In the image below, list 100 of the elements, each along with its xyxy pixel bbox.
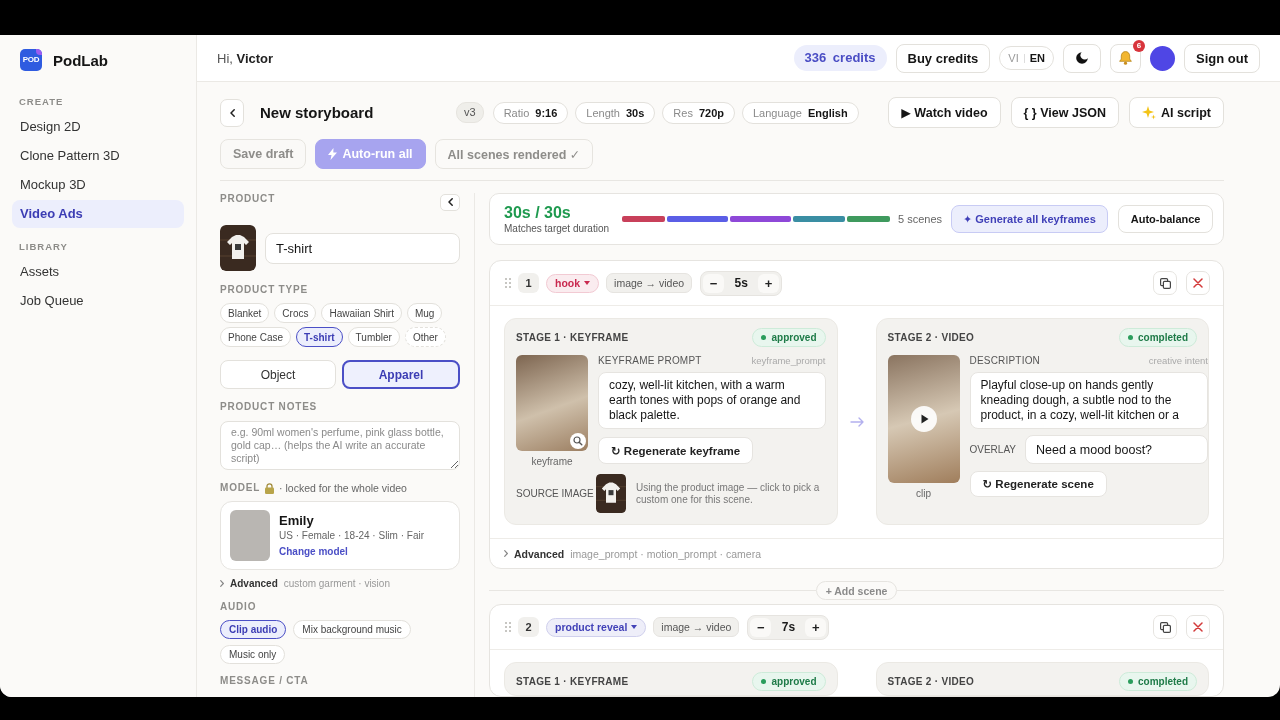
status-label: approved — [771, 332, 817, 343]
lightning-icon — [328, 148, 338, 160]
generation-mode-chip: image → video — [653, 617, 740, 637]
scene-count: 5 scenes — [898, 213, 943, 225]
collapse-button[interactable] — [440, 193, 460, 211]
source-note: Using the product image — click to pick a custom one for this scene. — [636, 481, 821, 506]
product-type-chip[interactable]: T-shirt — [296, 327, 343, 347]
regenerate-button[interactable]: ↻ Regenerate keyframe — [598, 437, 754, 464]
audio-option[interactable]: Music only — [220, 645, 286, 664]
ai-script-button[interactable]: AI script — [1129, 97, 1224, 128]
moon-icon — [1076, 52, 1088, 64]
watch-video-button[interactable]: ▶ Watch video — [888, 97, 1001, 128]
model-lock-note: · locked for the whole video — [279, 482, 407, 494]
auto-balance-button[interactable]: Auto-balance — [1117, 205, 1214, 233]
play-icon[interactable] — [910, 406, 937, 432]
description-field[interactable]: Playful close-up on hands gently kneading dough, a subtle nod to the product, in a cozy, well-lit kitchen or a — [969, 372, 1208, 429]
nav-item[interactable]: Clone Pattern 3D — [12, 142, 184, 170]
advanced-toggle[interactable]: Advanced — [220, 578, 278, 589]
view-json-button[interactable]: { } View JSON — [1010, 97, 1119, 128]
sign-out-button[interactable]: Sign out — [1184, 43, 1260, 73]
product-type-chip[interactable]: Tumbler — [347, 327, 400, 347]
category-option[interactable]: Object — [220, 360, 336, 389]
product-name-input[interactable]: T-shirt — [265, 232, 460, 264]
stage-title: STAGE 1 · KEYFRAME — [516, 676, 629, 687]
advanced-toggle[interactable]: Advanced — [504, 547, 565, 560]
setting-chip[interactable]: Ratio 9:16 — [492, 101, 569, 124]
product-type-chip[interactable]: Crocs — [274, 303, 317, 323]
copy-icon — [1159, 621, 1171, 633]
caret-icon — [584, 281, 591, 285]
notes-field[interactable]: e.g. 90ml women's perfume, pink glass bottle, gold cap… (helps the AI write an accurate script) — [220, 421, 460, 470]
setting-chip[interactable]: Language English — [742, 101, 859, 124]
delete-button[interactable] — [1186, 615, 1210, 639]
decrease-button[interactable]: − — [703, 273, 725, 293]
duplicate-button[interactable] — [1153, 271, 1177, 295]
lock-icon — [265, 482, 275, 494]
audio-option[interactable]: Mix background music — [293, 620, 411, 639]
overlay-label: OVERLAY — [969, 444, 1016, 455]
stage-title: STAGE 2 · VIDEO — [887, 332, 975, 343]
bell-icon — [1119, 51, 1132, 65]
copy-icon — [1159, 277, 1171, 289]
product-type-chip[interactable]: Phone Case — [220, 327, 292, 347]
scene-type-dropdown[interactable]: hook — [546, 273, 600, 293]
nav-item[interactable]: Job Queue — [12, 287, 184, 315]
scene-number: 2 — [518, 617, 539, 637]
increase-button[interactable]: + — [805, 617, 827, 637]
increase-button[interactable]: + — [758, 273, 780, 293]
nav-item[interactable]: Video Ads — [12, 200, 184, 228]
language-option[interactable]: EN — [1029, 52, 1045, 64]
duplicate-button[interactable] — [1153, 615, 1177, 639]
back-button[interactable] — [220, 98, 244, 127]
category-option[interactable]: Apparel — [342, 360, 460, 389]
close-icon — [1193, 278, 1203, 288]
status-dot-icon — [1128, 679, 1133, 684]
delete-button[interactable] — [1186, 271, 1210, 295]
greeting: Hi, Victor — [217, 50, 274, 66]
product-type-chip[interactable]: Blanket — [220, 303, 270, 323]
nav-item[interactable]: Assets — [12, 258, 184, 286]
nav-item[interactable]: Mockup 3D — [12, 171, 184, 199]
duration-total: 30s / 30s — [504, 204, 572, 222]
drag-handle-icon[interactable] — [505, 622, 511, 632]
product-type-chip[interactable]: Other — [404, 327, 446, 347]
scene-type-dropdown[interactable]: product reveal — [546, 617, 647, 637]
product-type-chip[interactable]: Hawaiian Shirt — [321, 303, 402, 323]
setting-chip[interactable]: Res 720p — [662, 101, 735, 124]
status-dot-icon — [761, 335, 767, 340]
chevron-right-icon — [220, 580, 224, 587]
overlay-input[interactable]: Need a mood boost? — [1025, 435, 1208, 464]
field-key: keyframe_prompt — [751, 355, 826, 366]
image-caption: keyframe — [531, 456, 573, 467]
section-label: AUDIO — [220, 601, 257, 613]
buy-credits-button[interactable]: Buy credits — [895, 43, 991, 73]
credits-balance: 336 credits — [793, 45, 887, 71]
section-label: PRODUCT TYPE — [220, 284, 308, 296]
source-thumbnail[interactable] — [596, 474, 626, 513]
theme-toggle-button[interactable] — [1063, 43, 1101, 73]
generate-keyframes-button[interactable]: ✦ Generate all keyframes — [951, 205, 1108, 233]
nav-section-title: CREATE — [18, 96, 64, 107]
prompt-field[interactable]: cozy, well-lit kitchen, with a warm earth tones with pops of orange and black palette. — [598, 372, 826, 429]
stage-title: STAGE 1 · KEYFRAME — [516, 332, 629, 343]
generation-mode-chip: image → video — [606, 273, 693, 293]
app-logo: POD — [20, 49, 42, 71]
field-label: DESCRIPTION — [969, 355, 1041, 366]
user-avatar[interactable] — [1150, 45, 1175, 71]
chevron-right-icon — [504, 550, 508, 557]
audio-option[interactable]: Clip audio — [220, 620, 287, 639]
stage-title: STAGE 2 · VIDEO — [887, 676, 975, 687]
nav-item[interactable]: Design 2D — [12, 113, 184, 141]
scene-number: 1 — [518, 273, 539, 293]
setting-chip[interactable]: Length 30s — [575, 101, 656, 124]
drag-handle-icon[interactable] — [505, 278, 511, 288]
regenerate-button[interactable]: ↻ Regenerate scene — [969, 471, 1107, 497]
chevron-left-icon — [229, 108, 235, 117]
decrease-button[interactable]: − — [750, 617, 772, 637]
duration-caption: Matches target duration — [504, 223, 611, 234]
magnifier-icon[interactable] — [570, 433, 586, 449]
product-type-chip[interactable]: Mug — [406, 303, 443, 323]
duration-value: 7s — [780, 620, 797, 634]
chevron-left-icon — [447, 198, 453, 206]
change-model-link[interactable]: Change model — [279, 545, 348, 557]
notification-badge: 6 — [1133, 39, 1145, 52]
